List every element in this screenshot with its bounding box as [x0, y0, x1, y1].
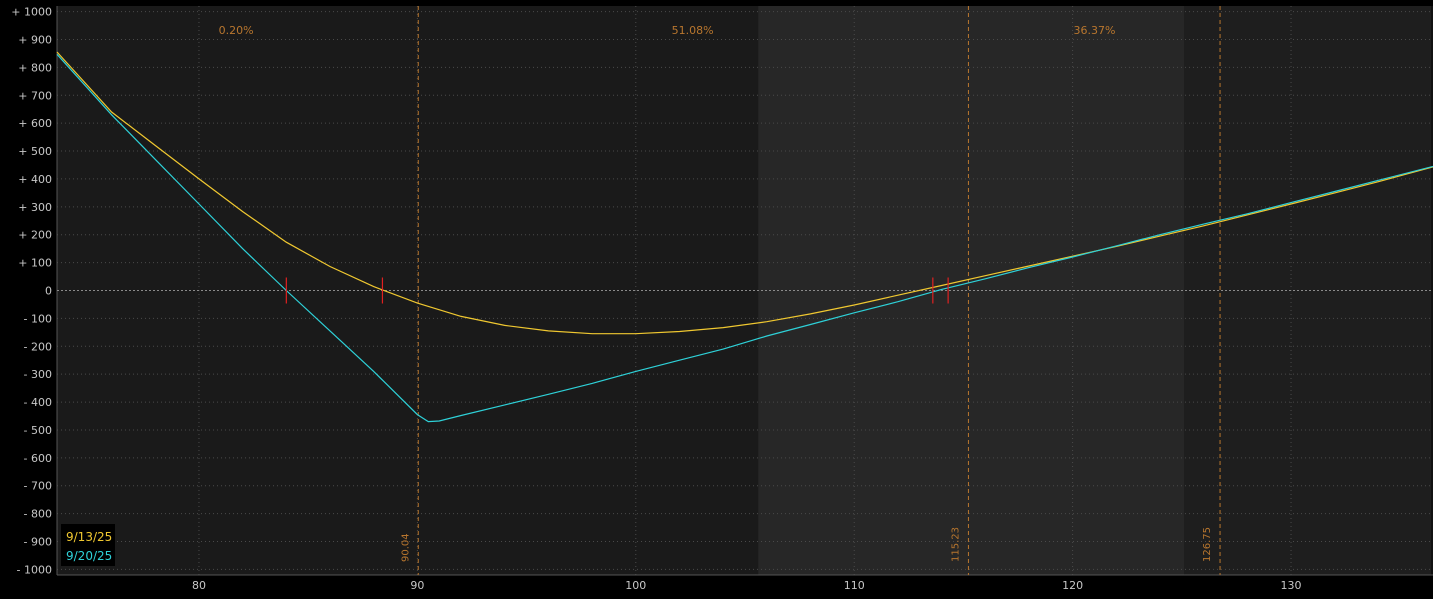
legend-entry: 9/13/25	[66, 530, 112, 544]
y-tick-label: - 200	[24, 340, 52, 353]
y-tick-label: - 500	[24, 424, 52, 437]
y-tick-label: + 800	[18, 61, 52, 74]
y-tick-label: - 600	[24, 452, 52, 465]
y-tick-label: + 400	[18, 173, 52, 186]
y-tick-label: - 800	[24, 508, 52, 521]
pnl-chart: 0.20% 51.08% 36.37% 90.04 115.23 126.75 + 10…	[0, 0, 1433, 595]
y-tick-label: - 900	[24, 536, 52, 549]
y-tick-label: + 1000	[11, 6, 52, 19]
legend: 9/13/25 9/20/25	[61, 524, 115, 566]
y-tick-label: - 400	[24, 396, 52, 409]
x-tick-label: 80	[192, 579, 206, 592]
x-tick-label: 130	[1281, 579, 1302, 592]
y-tick-label: + 300	[18, 201, 52, 214]
probability-label: 36.37%	[1073, 24, 1115, 37]
y-tick-label: + 500	[18, 145, 52, 158]
y-tick-label: - 1000	[17, 563, 52, 576]
y-tick-label: + 900	[18, 33, 52, 46]
price-marker-label: 90.04	[400, 533, 411, 562]
probability-label: 0.20%	[219, 24, 254, 37]
x-tick-label: 100	[625, 579, 646, 592]
probability-label: 51.08%	[672, 24, 714, 37]
y-tick-label: 0	[45, 285, 52, 298]
y-tick-label: + 200	[18, 229, 52, 242]
x-tick-label: 110	[844, 579, 865, 592]
pnl-chart-svg: 0.20% 51.08% 36.37% 90.04 115.23 126.75 + 10…	[0, 0, 1433, 595]
y-tick-label: - 100	[24, 312, 52, 325]
legend-entry: 9/20/25	[66, 549, 112, 563]
y-tick-label: + 600	[18, 117, 52, 130]
price-marker-label: 115.23	[950, 527, 961, 562]
y-tick-label: + 100	[18, 257, 52, 270]
price-marker-label: 126.75	[1202, 527, 1213, 562]
x-tick-label: 120	[1062, 579, 1083, 592]
y-tick-label: - 300	[24, 368, 52, 381]
y-tick-label: + 700	[18, 89, 52, 102]
x-tick-label: 90	[410, 579, 424, 592]
y-tick-label: - 700	[24, 480, 52, 493]
